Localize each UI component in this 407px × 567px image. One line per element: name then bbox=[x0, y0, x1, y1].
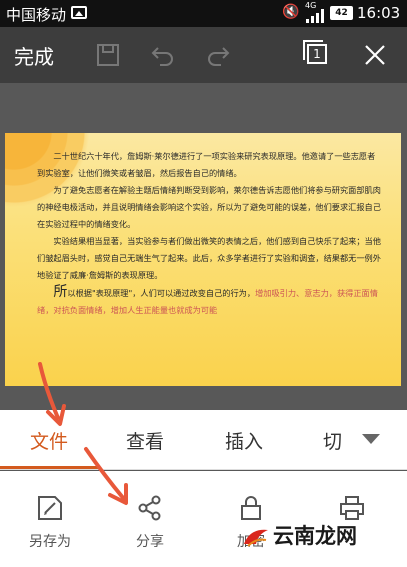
tab-file[interactable]: 文件 bbox=[30, 427, 68, 454]
redo-icon[interactable] bbox=[203, 40, 233, 70]
battery-icon: 42 bbox=[330, 6, 353, 20]
print-icon bbox=[340, 496, 364, 520]
doc-paragraph: 为了避免志愿者在解验主题后情绪判断受到影响，莱尔德告诉志愿他们将参与研究面部肌肉… bbox=[37, 185, 381, 229]
tab-switch[interactable]: 切 bbox=[323, 427, 342, 454]
mute-icon: 🔇 bbox=[282, 4, 300, 20]
save-as-label: 另存为 bbox=[29, 534, 71, 550]
save-as-icon bbox=[38, 496, 62, 520]
signal-icon bbox=[306, 9, 324, 23]
document-page[interactable]: 二十世纪六十年代，詹姆斯·莱尔德进行了一项实验来研究表现原理。他邀请了一些志愿者… bbox=[5, 133, 401, 386]
doc-paragraph: 所以根据"表现原理"，人们可以通过改变自己的行为，增加吸引力、意志力，获得正面情… bbox=[37, 284, 382, 319]
document-text: 二十世纪六十年代，詹姆斯·莱尔德进行了一项实验来研究表现原理。他邀请了一些志愿者… bbox=[37, 148, 382, 319]
save-icon[interactable] bbox=[93, 40, 123, 70]
file-actions: 另存为 分享 加密 bbox=[0, 471, 407, 567]
doc-paragraph: 二十世纪六十年代，詹姆斯·莱尔德进行了一项实验来研究表现原理。他邀请了一些志愿者… bbox=[37, 151, 376, 178]
clock: 16:03 bbox=[357, 4, 401, 22]
chevron-down-icon[interactable] bbox=[362, 434, 380, 444]
active-tab-indicator bbox=[0, 466, 100, 469]
done-button[interactable]: 完成 bbox=[14, 41, 54, 70]
undo-icon[interactable] bbox=[148, 40, 178, 70]
share-button[interactable]: 分享 bbox=[115, 493, 185, 551]
status-bar: 中国移动 🔇 4G 42 16:03 bbox=[0, 0, 407, 27]
drop-cap: 所 bbox=[53, 284, 68, 300]
lock-icon bbox=[241, 496, 261, 520]
tab-view[interactable]: 查看 bbox=[126, 427, 164, 454]
tab-insert[interactable]: 插入 bbox=[225, 427, 263, 454]
image-notification-icon bbox=[71, 6, 87, 19]
menu-tab-bar: 文件 查看 插入 切 bbox=[0, 410, 407, 470]
save-as-button[interactable]: 另存为 bbox=[15, 493, 85, 551]
top-toolbar: 完成 1 bbox=[0, 27, 407, 83]
page-count-icon[interactable]: 1 bbox=[303, 40, 327, 64]
share-label: 分享 bbox=[136, 534, 164, 550]
carrier-name: 中国移动 bbox=[6, 6, 67, 24]
doc-text-normal: 以根据"表现原理"，人们可以通过改变自己的行为， bbox=[67, 288, 256, 298]
share-icon bbox=[138, 495, 161, 521]
watermark-logo bbox=[244, 529, 268, 547]
watermark-text: 云南龙网 bbox=[273, 524, 357, 548]
print-button[interactable] bbox=[317, 493, 387, 523]
doc-paragraph: 实验结果相当显著，当实验参与者们做出微笑的表情之后，他们感到自己快乐了起来；当他… bbox=[37, 236, 381, 280]
close-icon[interactable] bbox=[360, 40, 390, 70]
